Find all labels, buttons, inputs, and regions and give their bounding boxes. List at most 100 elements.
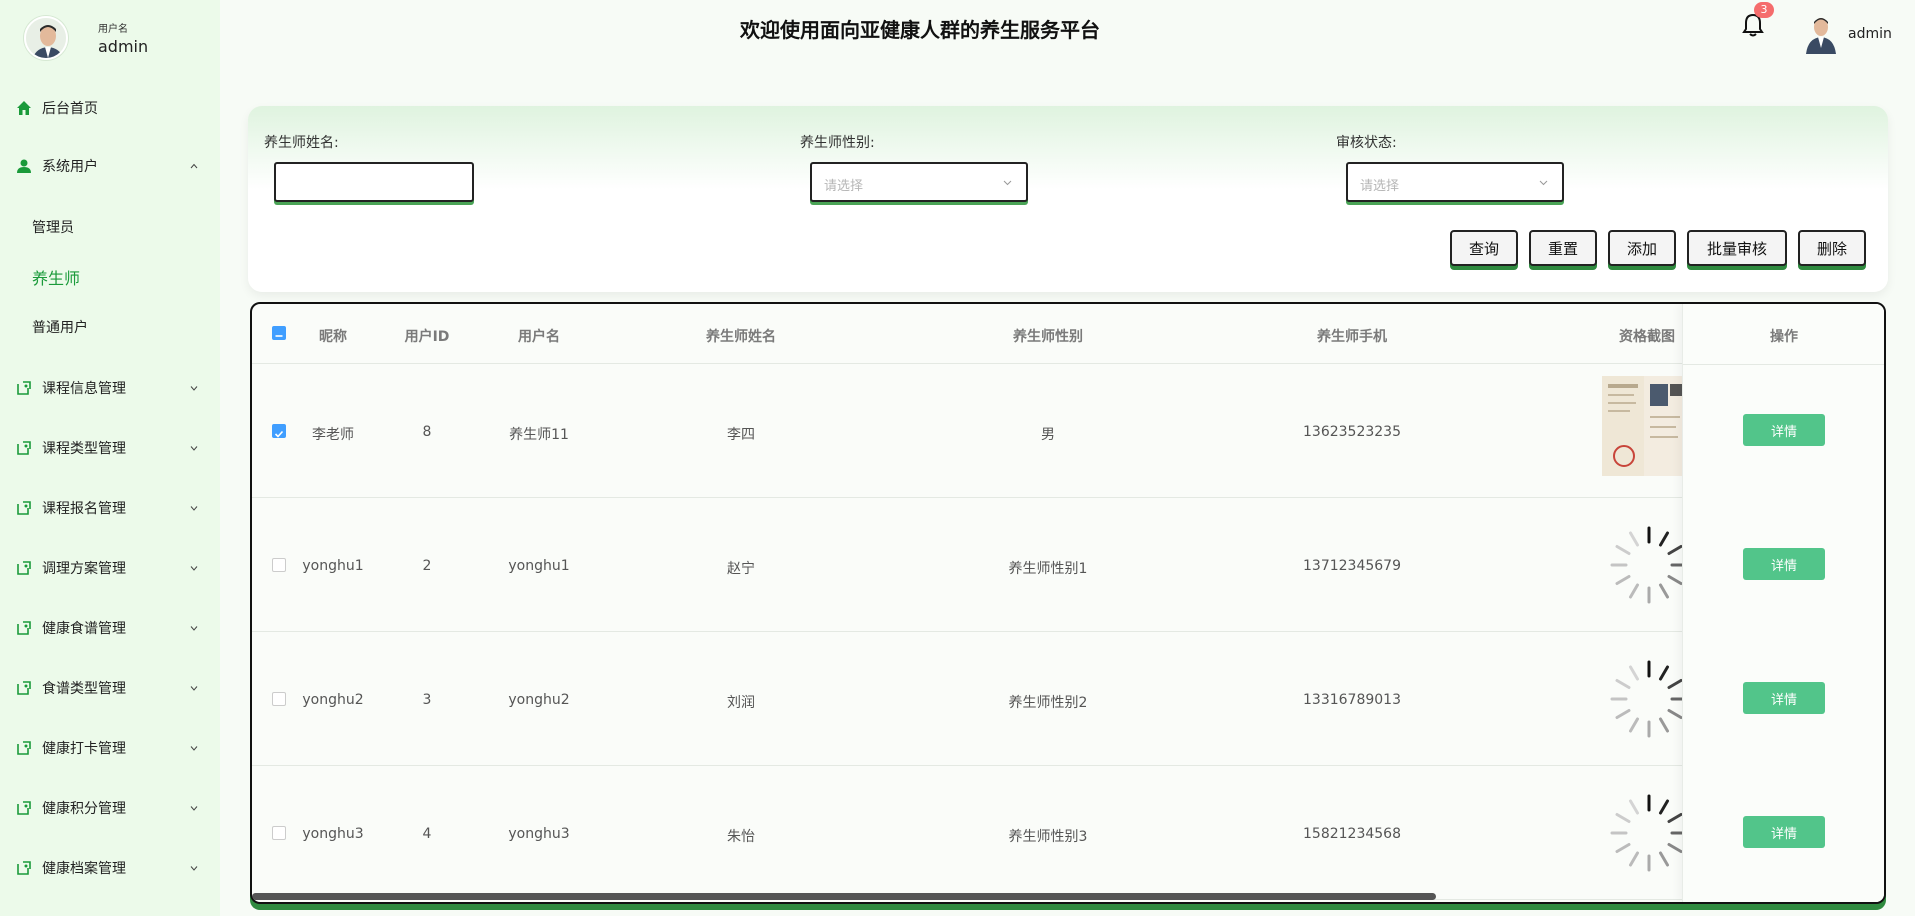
cell-nickname: yonghu3	[302, 826, 364, 842]
sidebar-item-course-info[interactable]: 课程信息管理	[0, 358, 220, 418]
cell-user-id: 2	[422, 558, 432, 574]
column-header: 用户名	[518, 329, 560, 345]
cell-username: yonghu3	[508, 826, 570, 842]
status-placeholder: 请选择	[1360, 179, 1400, 194]
column-header: 养生师性别	[1013, 329, 1083, 345]
chevron-down-icon	[190, 806, 198, 811]
therapist-table: 昵称 用户ID 用户名 养生师姓名 养生师性别 养生师手机 资格截图 李老师 8…	[250, 302, 1886, 904]
row-checkbox[interactable]	[272, 558, 286, 572]
cell-phone: 15821234568	[1303, 826, 1401, 842]
avatar[interactable]	[24, 16, 68, 60]
sidebar: 用户名 admin 后台首页 系统用户 管理员 养生师 普通用户 课程信息管理	[0, 0, 220, 916]
batch-review-button[interactable]: 批量审核	[1687, 230, 1787, 266]
column-header: 养生师手机	[1317, 329, 1387, 345]
sidebar-menu: 后台首页 系统用户 管理员 养生师 普通用户 课程信息管理 课程类型管理 课程报…	[0, 86, 220, 898]
detail-button[interactable]: 详情	[1743, 816, 1825, 848]
sidebar-item-course-type[interactable]: 课程类型管理	[0, 418, 220, 478]
chevron-down-icon	[1539, 180, 1548, 186]
gender-placeholder: 请选择	[824, 179, 864, 194]
sidebar-item-records[interactable]: 健康档案管理	[0, 838, 220, 898]
module-icon	[16, 620, 32, 636]
delete-button[interactable]: 删除	[1798, 230, 1866, 266]
sidebar-item-label: 课程报名管理	[42, 501, 126, 517]
module-icon	[16, 560, 32, 576]
row-checkbox[interactable]	[272, 826, 286, 840]
sidebar-item-label: 课程信息管理	[42, 381, 126, 397]
chevron-down-icon	[1003, 180, 1012, 186]
gender-select[interactable]: 请选择	[810, 162, 1028, 202]
cell-name: 朱怡	[727, 829, 755, 845]
table-row[interactable]: 李老师 8 养生师11 李四 男 13623523235	[252, 364, 1884, 498]
sidebar-item-label: 健康积分管理	[42, 801, 126, 817]
query-button[interactable]: 查询	[1450, 230, 1518, 266]
sidebar-item-normal-users[interactable]: 普通用户	[0, 302, 220, 352]
sidebar-item-label: 健康食谱管理	[42, 621, 126, 637]
detail-button[interactable]: 详情	[1743, 548, 1825, 580]
notification-badge: 3	[1754, 2, 1774, 18]
status-select[interactable]: 请选择	[1346, 162, 1564, 202]
sidebar-item-therapists[interactable]: 养生师	[0, 252, 220, 302]
module-icon	[16, 440, 32, 456]
cell-username: yonghu1	[508, 558, 570, 574]
table-row[interactable]: yonghu3 4 yonghu3 朱怡 养生师性别3 15821234568	[252, 766, 1884, 900]
user-icon	[16, 158, 32, 174]
sidebar-item-label: 课程类型管理	[42, 441, 126, 457]
cell-gender: 男	[1041, 427, 1055, 443]
user-name: admin	[98, 37, 149, 56]
chevron-down-icon	[190, 866, 198, 871]
gender-label: 养生师性别:	[800, 135, 875, 151]
cell-username: 养生师11	[509, 427, 569, 443]
cell-nickname: yonghu2	[302, 692, 364, 708]
detail-button[interactable]: 详情	[1743, 682, 1825, 714]
table-row[interactable]: yonghu1 2 yonghu1 赵宁 养生师性别1 13712345679	[252, 498, 1884, 632]
module-icon	[16, 380, 32, 396]
sidebar-item-plan[interactable]: 调理方案管理	[0, 538, 220, 598]
table-row[interactable]: yonghu2 3 yonghu2 刘润 养生师性别2 13316789013	[252, 632, 1884, 766]
therapist-name-input[interactable]	[274, 162, 474, 202]
cell-phone: 13712345679	[1303, 558, 1401, 574]
cell-nickname: 李老师	[312, 427, 354, 443]
sidebar-item-home[interactable]: 后台首页	[0, 86, 220, 130]
sidebar-item-system-users[interactable]: 系统用户	[0, 130, 220, 202]
column-header: 养生师姓名	[706, 329, 776, 345]
select-all-checkbox[interactable]	[272, 326, 286, 340]
page-title: 欢迎使用面向亚健康人群的养生服务平台	[740, 18, 1100, 42]
cell-user-id: 3	[422, 692, 432, 708]
module-icon	[16, 680, 32, 696]
chevron-down-icon	[190, 626, 198, 631]
column-header: 操作	[1770, 329, 1798, 345]
cell-gender: 养生师性别1	[1008, 561, 1088, 577]
module-icon	[16, 860, 32, 876]
horizontal-scrollbar[interactable]	[252, 893, 1436, 900]
certificate-image[interactable]	[1602, 376, 1686, 476]
chevron-down-icon	[190, 686, 198, 691]
operations-column: 操作 详情 详情 详情 详情	[1682, 304, 1884, 902]
sidebar-item-points[interactable]: 健康积分管理	[0, 778, 220, 838]
name-label: 养生师姓名:	[264, 135, 339, 151]
detail-button[interactable]: 详情	[1743, 414, 1825, 446]
sidebar-item-course-signup[interactable]: 课程报名管理	[0, 478, 220, 538]
cell-phone: 13623523235	[1303, 424, 1401, 440]
header-user-name[interactable]: admin	[1848, 26, 1892, 42]
sidebar-item-checkin[interactable]: 健康打卡管理	[0, 718, 220, 778]
chevron-down-icon	[190, 446, 198, 451]
loading-spinner-icon	[1610, 660, 1688, 738]
chevron-up-icon	[190, 163, 198, 169]
sidebar-item-admins[interactable]: 管理员	[0, 202, 220, 252]
search-panel: 养生师姓名: 养生师性别: 请选择 审核状态: 请选择 查询 重置 添加 批量审…	[248, 106, 1888, 292]
add-button[interactable]: 添加	[1608, 230, 1676, 266]
module-icon	[16, 800, 32, 816]
row-checkbox[interactable]	[272, 692, 286, 706]
reset-button[interactable]: 重置	[1529, 230, 1597, 266]
column-header: 昵称	[319, 329, 347, 345]
home-icon	[16, 100, 32, 116]
cell-gender: 养生师性别3	[1008, 829, 1088, 845]
cell-name: 李四	[727, 427, 755, 443]
sidebar-user: 用户名 admin	[24, 16, 148, 60]
sidebar-item-recipe-type[interactable]: 食谱类型管理	[0, 658, 220, 718]
sidebar-item-recipe[interactable]: 健康食谱管理	[0, 598, 220, 658]
sidebar-item-label: 系统用户	[42, 159, 98, 175]
sidebar-item-label: 食谱类型管理	[42, 681, 126, 697]
row-checkbox[interactable]	[272, 424, 286, 438]
header-avatar[interactable]	[1804, 14, 1838, 54]
